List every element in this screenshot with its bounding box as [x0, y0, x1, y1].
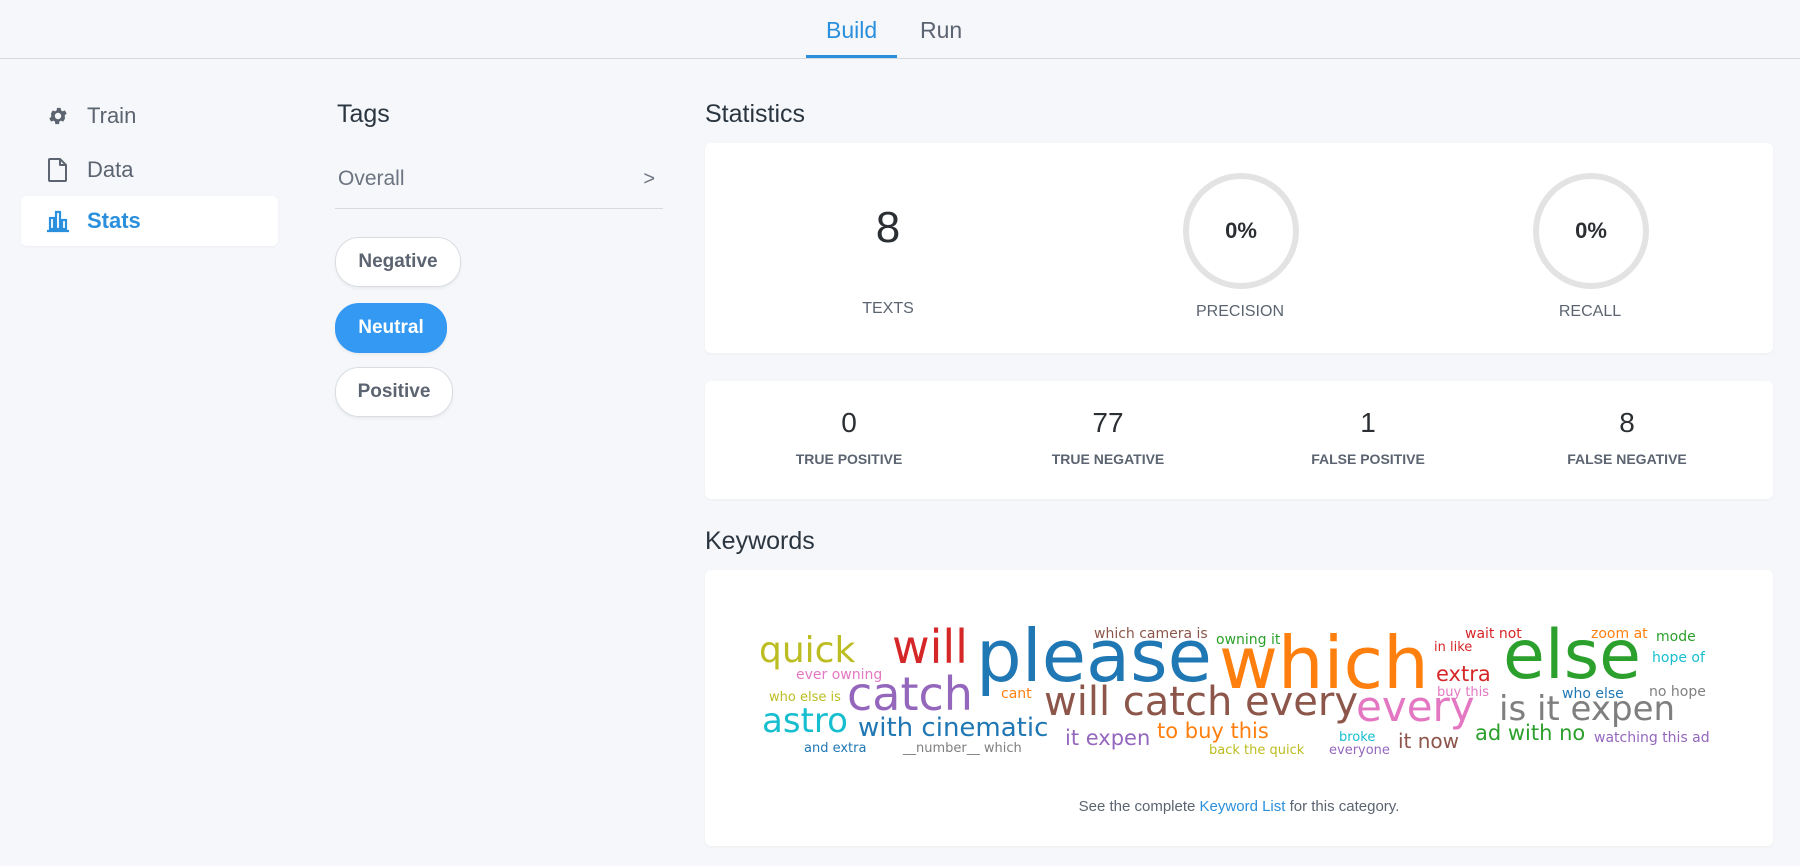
keyword: watching this ad: [1594, 730, 1710, 746]
sidebar-item-data[interactable]: Data: [21, 145, 278, 195]
false-negative-value: 8: [1619, 407, 1635, 438]
true-negative-label: TRUE NEGATIVE: [1051, 451, 1165, 467]
keyword: mode: [1656, 629, 1696, 645]
keyword: quick: [759, 630, 856, 671]
tag-pill-positive[interactable]: Positive: [335, 367, 453, 417]
keyword: ad with no: [1475, 721, 1586, 745]
keyword: it expen: [1065, 726, 1151, 750]
keyword: zoom at: [1591, 626, 1648, 642]
statistics-title: Statistics: [705, 100, 806, 128]
recall-ring: 0%: [1533, 173, 1649, 289]
sidebar-item-stats[interactable]: Stats: [21, 196, 278, 246]
keyword: it now: [1398, 729, 1460, 753]
true-positive-label: TRUE POSITIVE: [795, 451, 903, 467]
keyword: and extra: [804, 741, 867, 756]
sidebar-item-train[interactable]: Train: [21, 91, 278, 141]
tab-build[interactable]: Build: [806, 16, 898, 58]
true-negative-cell: 77 TRUE NEGATIVE: [998, 407, 1218, 467]
precision-label: PRECISION: [1195, 303, 1284, 320]
sidebar-item-label: Stats: [87, 208, 141, 233]
false-positive-label: FALSE POSITIVE: [1311, 451, 1425, 467]
keyword: to buy this: [1157, 719, 1269, 743]
keyword: hope of: [1652, 650, 1705, 666]
true-positive-value: 0: [841, 407, 857, 438]
texts-label: TEXTS: [862, 300, 914, 317]
keyword: buy this: [1437, 685, 1490, 700]
true-positive-cell: 0 TRUE POSITIVE: [739, 407, 959, 467]
keywords-title: Keywords: [705, 527, 815, 555]
texts-count: 8: [875, 203, 901, 252]
false-positive-value: 1: [1360, 407, 1376, 438]
sidebar-item-label: Train: [87, 103, 137, 128]
recall-label: RECALL: [1558, 303, 1622, 320]
tag-pill-negative[interactable]: Negative: [335, 237, 461, 287]
tag-pill-neutral[interactable]: Neutral: [335, 303, 447, 353]
keyword: back the quick: [1209, 743, 1305, 758]
tags-overall-row[interactable]: Overall >: [335, 150, 663, 209]
tab-run[interactable]: Run: [900, 16, 982, 56]
top-nav: Build Run: [0, 0, 1800, 59]
footnote-text: for this category.: [1285, 798, 1400, 815]
keyword-footnote: See the complete Keyword List for this c…: [705, 798, 1773, 815]
chevron-right-icon: >: [643, 167, 655, 190]
gear-icon: [45, 105, 71, 127]
true-negative-value: 77: [1092, 407, 1124, 438]
keyword: will: [892, 620, 968, 674]
overall-label: Overall: [338, 167, 405, 190]
keyword: in like: [1434, 640, 1473, 655]
keyword: with cinematic: [858, 713, 1049, 743]
document-icon: [45, 157, 71, 183]
keyword-list-link[interactable]: Keyword List: [1200, 798, 1286, 815]
sidebar-item-label: Data: [87, 157, 134, 182]
recall-value: 0%: [1575, 218, 1607, 243]
false-negative-label: FALSE NEGATIVE: [1567, 451, 1687, 467]
false-negative-cell: 8 FALSE NEGATIVE: [1517, 407, 1737, 467]
precision-ring: 0%: [1183, 173, 1299, 289]
footnote-text: See the complete: [1078, 798, 1200, 815]
keyword: which camera is: [1094, 626, 1208, 642]
precision-value: 0%: [1225, 218, 1257, 243]
keyword: astro: [762, 701, 848, 741]
keyword: everyone: [1329, 743, 1390, 758]
keyword: __number__ which: [903, 741, 1022, 756]
keyword: extra: [1436, 662, 1491, 686]
tags-title: Tags: [337, 100, 390, 128]
keyword: catch: [847, 667, 973, 721]
false-positive-cell: 1 FALSE POSITIVE: [1258, 407, 1478, 467]
bar-chart-icon: [45, 209, 71, 233]
keyword: no hope: [1649, 684, 1706, 700]
